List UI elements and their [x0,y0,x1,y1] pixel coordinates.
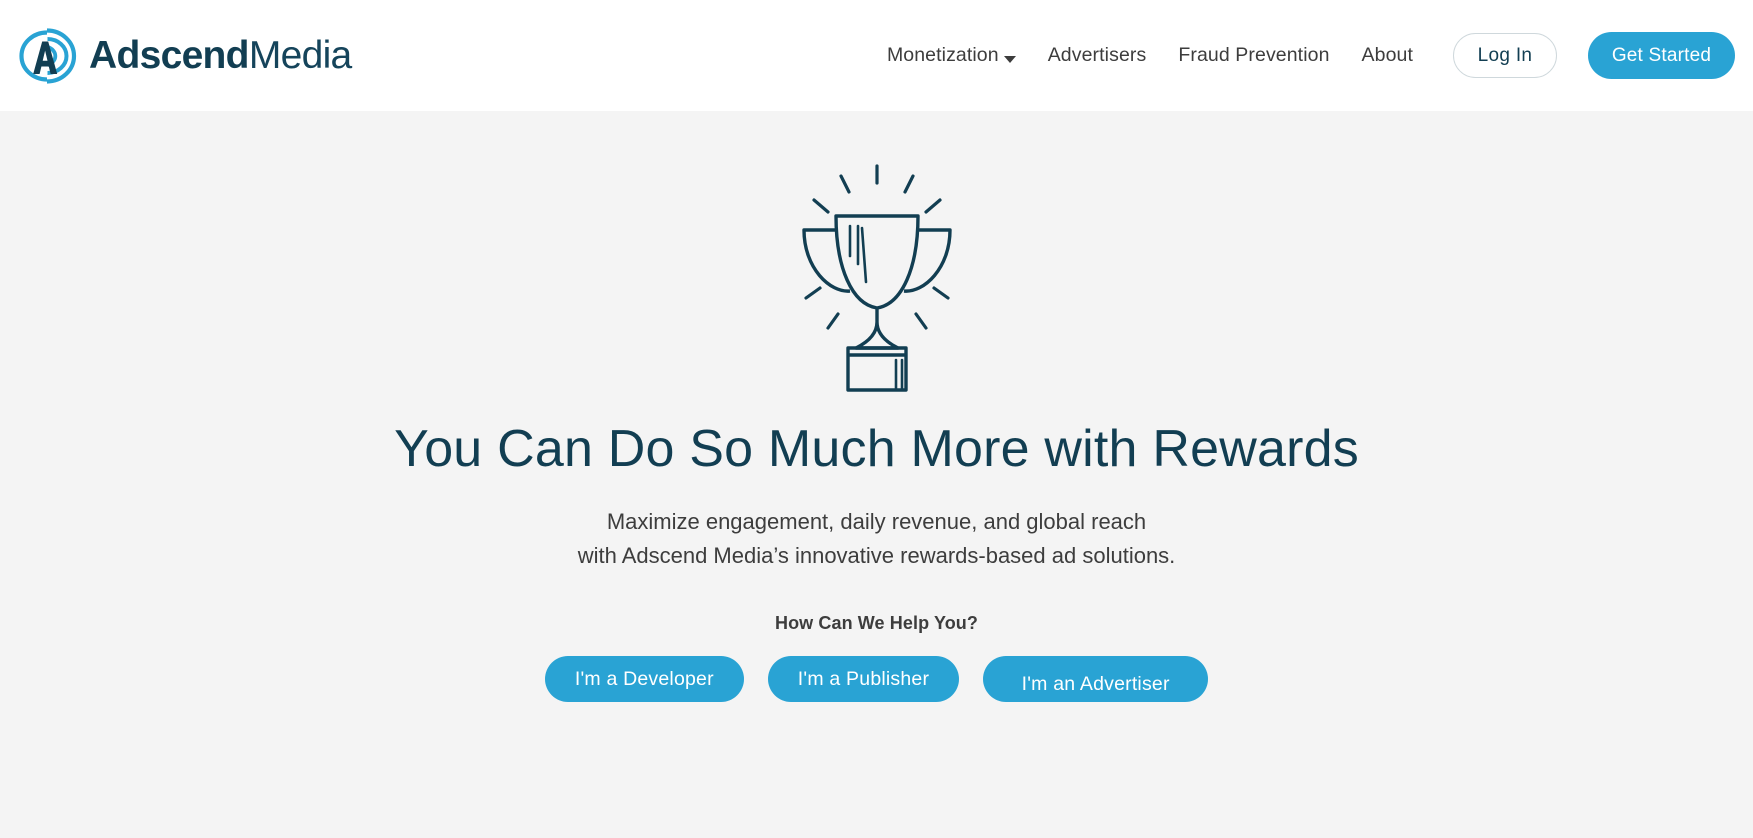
nav-item-monetization-label: Monetization [886,44,999,66]
trophy-icon [801,164,952,392]
cta-button-row: I'm a Developer I'm a Publisher I'm an A… [0,656,1753,703]
cta-advertiser-button[interactable]: I'm an Advertiser [983,656,1209,703]
nav-item-fraud-prevention[interactable]: Fraud Prevention [1162,44,1345,67]
adscend-signal-a-icon [19,27,77,84]
hero-subtitle-line-1: Maximize engagement, daily revenue, and … [606,509,1147,535]
header-nav: Monetization Advertisers Fraud Preventio… [871,32,1735,79]
nav-item-advertisers-label: Advertisers [1047,44,1147,66]
hero-subtitle-line-2: with Adscend Media’s innovative rewards-… [577,543,1176,569]
get-started-button[interactable]: Get Started [1588,32,1735,79]
cta-publisher-button[interactable]: I'm a Publisher [767,656,960,703]
hero-section: You Can Do So Much More with Rewards Max… [0,111,1753,838]
nav-item-about[interactable]: About [1346,44,1429,67]
login-button[interactable]: Log In [1453,33,1557,78]
help-prompt-label: How Can We Help You? [774,613,978,634]
logo-word-secondary: Media [248,34,352,77]
site-header: Adscend Media Monetization Advertisers Fr… [0,0,1753,111]
nav-item-monetization[interactable]: Monetization [871,44,1032,67]
nav-item-about-label: About [1361,44,1413,66]
chevron-down-icon [1003,56,1016,63]
nav-item-fraud-prevention-label: Fraud Prevention [1178,44,1330,66]
site-logo[interactable]: Adscend Media [14,24,352,88]
logo-word-primary: Adscend [89,34,250,77]
cta-developer-button[interactable]: I'm a Developer [544,656,744,703]
page-title: You Can Do So Much More with Rewards [394,420,1359,478]
nav-item-advertisers[interactable]: Advertisers [1032,44,1163,67]
hero-subtitle: Maximize engagement, daily revenue, and … [0,505,1753,573]
logo-wordmark: Adscend Media [89,36,352,75]
